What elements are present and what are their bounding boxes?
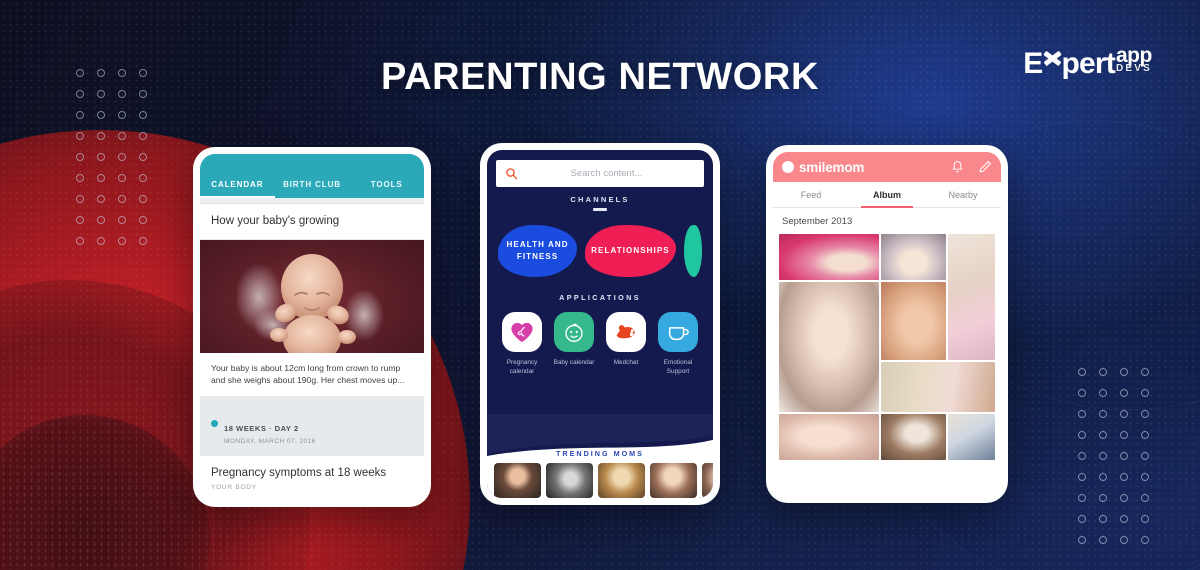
photo-cell[interactable]	[881, 282, 947, 360]
logo-stack: app DEVS	[1114, 45, 1154, 74]
status-dot-icon	[211, 420, 218, 428]
phone1-article-category: YOUR BODY	[211, 484, 257, 492]
heart-pregnancy-icon	[502, 311, 542, 352]
phone1-article-title: Pregnancy symptoms at 18 weeks	[211, 467, 387, 480]
photo-cell[interactable]	[779, 282, 880, 412]
trending-moms-thumbnails	[494, 463, 713, 498]
tab-birth-club[interactable]: BIRTH CLUB	[275, 180, 350, 198]
photo-cell[interactable]	[881, 414, 947, 460]
mother-baby-icon	[606, 311, 646, 352]
photo-cell[interactable]	[779, 414, 880, 460]
phone-mockup-smilemom: smilemom Feed Album Nearby September 201…	[766, 145, 1008, 503]
phone3-screen: smilemom Feed Album Nearby September 201…	[773, 152, 1001, 496]
app-medchat[interactable]: Medchat	[603, 311, 649, 377]
photo-grid	[773, 234, 1001, 466]
channel-relationships[interactable]: RELATIONSHIPS	[585, 224, 676, 277]
phone1-card-title: How your baby's growing	[200, 204, 424, 240]
smilemom-header-actions	[951, 160, 992, 174]
page-title: PARENTING NETWORK	[380, 56, 820, 98]
logo-devs-text: DEVS	[1114, 63, 1154, 74]
channel-partial[interactable]	[683, 224, 702, 277]
expertappdevs-logo: Expert app DEVS	[1023, 45, 1154, 80]
phone1-tabbar: CALENDAR BIRTH CLUB TOOLS	[200, 154, 424, 198]
search-icon	[506, 168, 518, 180]
logo-letters-pert: pert	[1061, 47, 1115, 80]
smilemom-tabbar: Feed Album Nearby	[773, 182, 1001, 208]
app-label-baby-calendar: Baby calendar	[553, 358, 595, 366]
tab-nearby[interactable]: Nearby	[925, 182, 1001, 207]
phone1-spacer	[200, 397, 424, 413]
tab-tools[interactable]: TOOLS	[349, 180, 424, 198]
tab-feed[interactable]: Feed	[773, 182, 849, 207]
thumbnail-4[interactable]	[650, 463, 697, 498]
album-month-label: September 2013	[773, 208, 1001, 234]
app-label-medchat: Medchat	[613, 358, 639, 366]
ring-pattern-right	[1070, 360, 1154, 549]
applications-heading: APPLICATIONS	[559, 292, 641, 302]
phone-mockup-pregnancy-tracker: CALENDAR BIRTH CLUB TOOLS How your baby'…	[193, 147, 431, 507]
channel-health-and-fitness[interactable]: HEALTH AND FITNESS	[498, 224, 578, 277]
app-label-emotional-support: Emotional Support	[663, 358, 693, 375]
app-label-pregnancy-calendar: Pregnancy calendar	[506, 358, 538, 375]
phone1-description: Your baby is about 12cm long from crown …	[200, 353, 424, 398]
baby-face-icon	[554, 311, 594, 352]
phone1-date-label: MONDAY, MARCH 07, 2016	[224, 438, 316, 446]
photo-cell[interactable]	[948, 234, 995, 360]
phone2-screen: Search content... CHANNELS HEALTH AND FI…	[487, 150, 713, 498]
logo-letter-e: E	[1023, 47, 1043, 80]
channels-list: HEALTH AND FITNESS RELATIONSHIPS	[487, 211, 713, 277]
tab-calendar[interactable]: CALENDAR	[200, 180, 275, 198]
logo-x-mark: x	[1042, 49, 1061, 79]
tab-album[interactable]: Album	[849, 182, 925, 208]
thumbnail-3[interactable]	[598, 463, 645, 498]
pencil-icon[interactable]	[978, 160, 992, 174]
smilemom-logo-icon	[782, 161, 794, 173]
app-emotional-support[interactable]: Emotional Support	[655, 311, 701, 377]
fetus-photo	[200, 240, 424, 353]
fetus-illustration	[237, 253, 384, 353]
logo-wordmark: Expert	[1023, 47, 1116, 80]
photo-cell[interactable]	[779, 234, 880, 280]
phone-mockup-channels: Search content... CHANNELS HEALTH AND FI…	[480, 143, 720, 505]
thumbnail-2[interactable]	[546, 463, 593, 498]
search-input[interactable]: Search content...	[496, 160, 704, 187]
phone1-week-label: 18 WEEKS · DAY 2	[224, 424, 299, 434]
app-baby-calendar[interactable]: Baby calendar	[551, 311, 597, 377]
app-pregnancy-calendar[interactable]: Pregnancy calendar	[499, 311, 545, 377]
photo-cell[interactable]	[881, 362, 995, 412]
smilemom-header: smilemom	[773, 152, 1001, 182]
trending-moms-heading: TRENDING MOMS	[556, 449, 644, 458]
thumbnail-1[interactable]	[494, 463, 541, 498]
applications-list: Pregnancy calendar Baby calendar Medchat…	[487, 302, 713, 377]
thumbnail-5[interactable]	[702, 463, 713, 498]
smilemom-brand: smilemom	[799, 159, 865, 175]
phone1-week-meta: 18 WEEKS · DAY 2 MONDAY, MARCH 07, 2016	[200, 412, 424, 457]
phone1-article-item[interactable]: Pregnancy symptoms at 18 weeks YOUR BODY	[200, 456, 424, 500]
search-placeholder: Search content...	[570, 168, 643, 179]
photo-cell[interactable]	[948, 414, 995, 460]
cup-icon	[658, 311, 698, 352]
channels-heading: CHANNELS	[487, 195, 713, 211]
phone1-screen: CALENDAR BIRTH CLUB TOOLS How your baby'…	[200, 154, 424, 500]
photo-cell[interactable]	[881, 234, 947, 280]
bell-icon[interactable]	[951, 160, 964, 174]
